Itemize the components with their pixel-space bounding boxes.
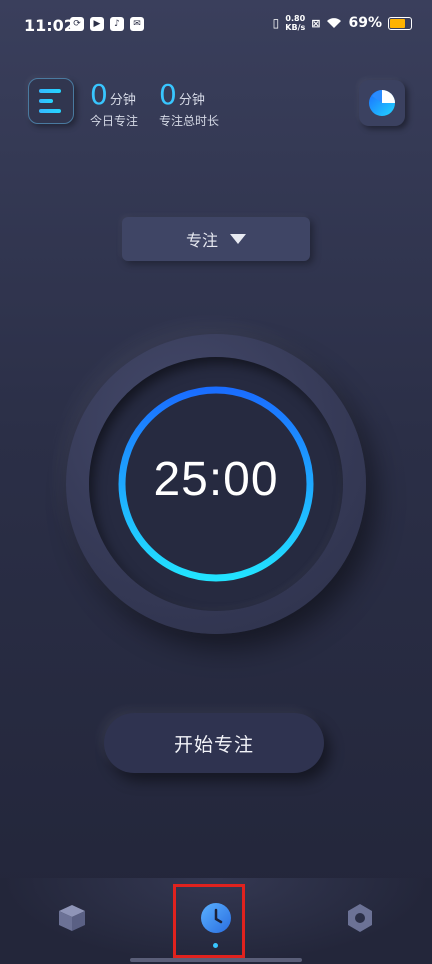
dropdown-arrow-icon	[230, 234, 246, 244]
menu-line-icon	[39, 89, 61, 93]
settings-hex-icon	[348, 904, 372, 932]
sync-icon: ⟳	[70, 17, 84, 31]
mode-selector-label: 专注	[185, 231, 218, 250]
notification-icons: ⟳ ▶ ♪ ✉	[70, 17, 144, 31]
home-indicator	[130, 958, 302, 962]
status-time: 11:02	[24, 16, 75, 35]
battery-icon	[388, 16, 412, 30]
cube-icon	[59, 905, 85, 931]
today-focus-stat: 0 分钟 今日专注	[90, 80, 138, 129]
today-focus-label: 今日专注	[90, 114, 139, 128]
timer-display: 25:00	[153, 453, 279, 506]
start-focus-label: 开始专注	[173, 733, 254, 756]
network-speed: 0.80 KB/s	[285, 14, 305, 32]
total-focus-unit: 分钟	[178, 93, 205, 108]
status-bar: 11:02 ⟳ ▶ ♪ ✉ ▯ 0.80 KB/s ⊠ 69%	[0, 0, 432, 52]
status-right: ▯ 0.80 KB/s ⊠ 69%	[273, 14, 412, 32]
nav-item-cube[interactable]	[54, 900, 90, 936]
tiktok-icon: ♪	[110, 17, 124, 31]
today-focus-unit: 分钟	[109, 93, 136, 108]
mode-selector[interactable]: 专注	[122, 217, 310, 261]
highlight-box	[173, 884, 245, 958]
nav-item-settings[interactable]	[342, 900, 378, 936]
no-sim-icon: ⊠	[311, 16, 321, 30]
network-speed-unit: KB/s	[285, 23, 306, 32]
menu-button[interactable]	[28, 78, 74, 124]
pie-chart-icon	[369, 90, 395, 116]
menu-line-icon	[39, 109, 61, 113]
start-focus-button[interactable]: 开始专注	[104, 713, 324, 773]
total-focus-value: 0	[159, 78, 177, 111]
network-speed-value: 0.80	[285, 14, 306, 23]
mail-icon: ✉	[130, 17, 144, 31]
menu-line-icon	[39, 99, 53, 103]
total-focus-label: 专注总时长	[159, 114, 220, 128]
total-focus-stat: 0 分钟 专注总时长	[159, 80, 219, 129]
play-store-icon: ▶	[90, 17, 104, 31]
battery-percent: 69%	[348, 15, 382, 31]
vibrate-icon: ▯	[272, 16, 280, 30]
wifi-icon	[327, 18, 342, 28]
today-focus-value: 0	[90, 78, 108, 111]
statistics-button[interactable]	[359, 80, 405, 126]
